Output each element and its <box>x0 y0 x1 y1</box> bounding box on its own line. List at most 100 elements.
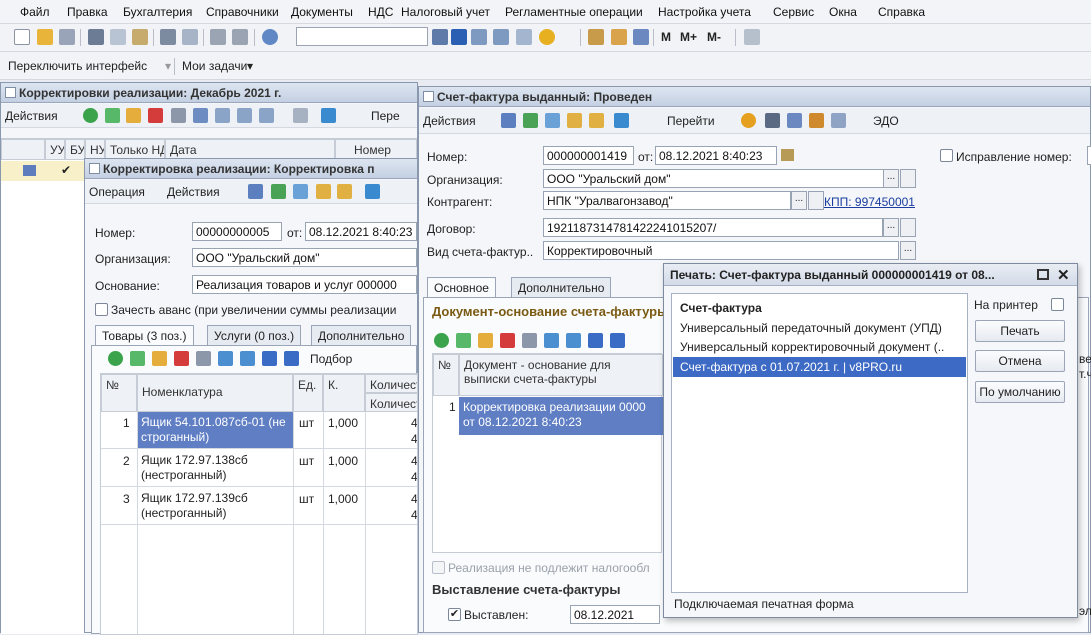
table-row[interactable]: 1 Ящик 54.101.087сб-01 (не строганный) ш… <box>101 412 417 449</box>
col-header-vat-only[interactable]: Только НДС <box>105 139 165 160</box>
col-header-qty[interactable]: Количест <box>365 374 417 393</box>
list-item[interactable]: Универсальный корректировочный документ … <box>680 340 944 354</box>
list-item[interactable]: Счет-фактура <box>680 301 762 315</box>
contract-select-button[interactable]: ... <box>883 218 899 237</box>
search-icon[interactable] <box>262 29 278 45</box>
dropdown-icon[interactable] <box>432 29 448 45</box>
info-icon[interactable] <box>539 29 555 45</box>
kpp-link[interactable]: КПП: 997450001 <box>824 195 915 209</box>
edit-icon[interactable] <box>478 333 493 348</box>
col-header-base-doc[interactable]: Документ - основание для выписки счета-ф… <box>459 354 663 396</box>
actions-menu[interactable]: Действия <box>167 185 220 199</box>
to-printer-checkbox[interactable] <box>1051 298 1064 311</box>
goto-menu[interactable]: Пере <box>371 109 400 123</box>
not-taxed-checkbox[interactable] <box>432 561 445 574</box>
invoice-type-field[interactable]: Корректировочный <box>543 241 899 260</box>
find-prev-icon[interactable] <box>493 29 509 45</box>
number-field[interactable]: 00000000005 <box>192 222 282 241</box>
find-icon[interactable] <box>193 108 208 123</box>
open-folder-icon[interactable] <box>37 29 53 45</box>
default-button[interactable]: По умолчанию <box>975 381 1065 403</box>
edit-icon[interactable] <box>152 351 167 366</box>
col-header-uu[interactable]: УУ <box>45 139 65 160</box>
save-icon[interactable] <box>248 184 263 199</box>
delete-icon[interactable] <box>148 108 163 123</box>
copy-item-icon[interactable] <box>130 351 145 366</box>
windows-icon[interactable] <box>516 29 532 45</box>
filter-list-icon[interactable] <box>259 108 274 123</box>
accounts-icon[interactable] <box>809 113 824 128</box>
col-header-coef[interactable]: К. <box>323 374 365 412</box>
col-header-bu[interactable]: БУ <box>65 139 85 160</box>
end-edit-icon[interactable] <box>522 333 537 348</box>
copy-icon[interactable] <box>110 29 126 45</box>
new-document-icon[interactable] <box>14 29 30 45</box>
maximize-icon[interactable] <box>1037 269 1049 280</box>
tools-icon[interactable] <box>744 29 760 45</box>
pick-button[interactable]: Подбор <box>310 352 352 366</box>
list-icon[interactable] <box>765 113 780 128</box>
table-row[interactable]: ✔ <box>1 161 85 181</box>
issued-date-field[interactable]: 08.12.2021 <box>570 605 660 624</box>
menu-help[interactable]: Справка <box>878 5 925 19</box>
based-on-icon[interactable] <box>567 113 582 128</box>
sort-asc-icon[interactable] <box>262 351 277 366</box>
print-button[interactable]: Печать <box>975 320 1065 342</box>
menu-windows[interactable]: Окна <box>829 5 857 19</box>
related-icon[interactable] <box>589 113 604 128</box>
tab-goods[interactable]: Товары (3 поз.) <box>95 325 194 345</box>
memory-minus-button[interactable]: M- <box>707 30 721 44</box>
move-up-icon[interactable] <box>218 351 233 366</box>
email-icon[interactable] <box>831 113 846 128</box>
tab-services[interactable]: Услуги (0 поз.) <box>207 325 302 345</box>
col-header-qty2[interactable]: Количест <box>365 393 417 412</box>
save-icon[interactable] <box>501 113 516 128</box>
unpost-icon[interactable] <box>293 184 308 199</box>
cut-icon[interactable] <box>88 29 104 45</box>
structure-icon[interactable] <box>614 113 629 128</box>
sort-asc-icon[interactable] <box>588 333 603 348</box>
sort-desc-icon[interactable] <box>610 333 625 348</box>
paste-icon[interactable] <box>132 29 148 45</box>
tab-additional[interactable]: Дополнительно <box>311 325 412 345</box>
date-field[interactable]: 08.12.2021 8:40:23 <box>305 222 417 241</box>
menu-vat[interactable]: НДС <box>368 5 393 19</box>
operation-menu[interactable]: Операция <box>89 185 145 199</box>
organization-field[interactable]: ООО "Уральский дом" <box>543 169 899 188</box>
add-icon[interactable] <box>434 333 449 348</box>
organization-field[interactable]: ООО "Уральский дом" <box>192 248 417 267</box>
menu-settings[interactable]: Настройка учета <box>658 5 751 19</box>
based-on-icon[interactable] <box>316 184 331 199</box>
col-header-item[interactable]: Номенклатура <box>137 374 293 412</box>
link-icon[interactable] <box>171 108 186 123</box>
back-icon[interactable] <box>210 29 226 45</box>
tab-main[interactable]: Основное <box>427 277 496 297</box>
menu-edit[interactable]: Правка <box>67 5 108 19</box>
contract-search-icon[interactable] <box>900 218 916 237</box>
issued-checkbox[interactable]: ✔ <box>448 608 461 621</box>
col-header-n[interactable]: № <box>101 374 137 412</box>
post-icon[interactable] <box>271 184 286 199</box>
table-row[interactable]: 1 Корректировка реализации 0000 от 08.12… <box>433 397 663 435</box>
filter-set-icon[interactable] <box>237 108 252 123</box>
my-tasks-button[interactable]: Мои задачи <box>182 59 247 73</box>
print-preview-icon[interactable] <box>182 29 198 45</box>
move-up-icon[interactable] <box>544 333 559 348</box>
menu-service[interactable]: Сервис <box>773 5 814 19</box>
advance-checkbox[interactable] <box>95 303 108 316</box>
number-field[interactable]: 000000001419 <box>543 146 634 165</box>
forward-icon[interactable] <box>232 29 248 45</box>
col-header-n[interactable]: № <box>433 354 459 396</box>
save-icon[interactable] <box>59 29 75 45</box>
filter-icon[interactable] <box>215 108 230 123</box>
calculator-icon[interactable] <box>588 29 604 45</box>
contractor-select-button[interactable]: ... <box>791 191 807 210</box>
contractor-search-icon[interactable] <box>808 191 824 210</box>
menu-regulated-ops[interactable]: Регламентные операции <box>505 5 643 19</box>
goto-menu[interactable]: Перейти <box>667 114 715 128</box>
menu-tax-accounting[interactable]: Налоговый учет <box>401 5 490 19</box>
structure-icon[interactable] <box>321 108 336 123</box>
menu-documents[interactable]: Документы <box>291 5 353 19</box>
users-icon[interactable] <box>633 29 649 45</box>
clear-search-icon[interactable] <box>451 29 467 45</box>
